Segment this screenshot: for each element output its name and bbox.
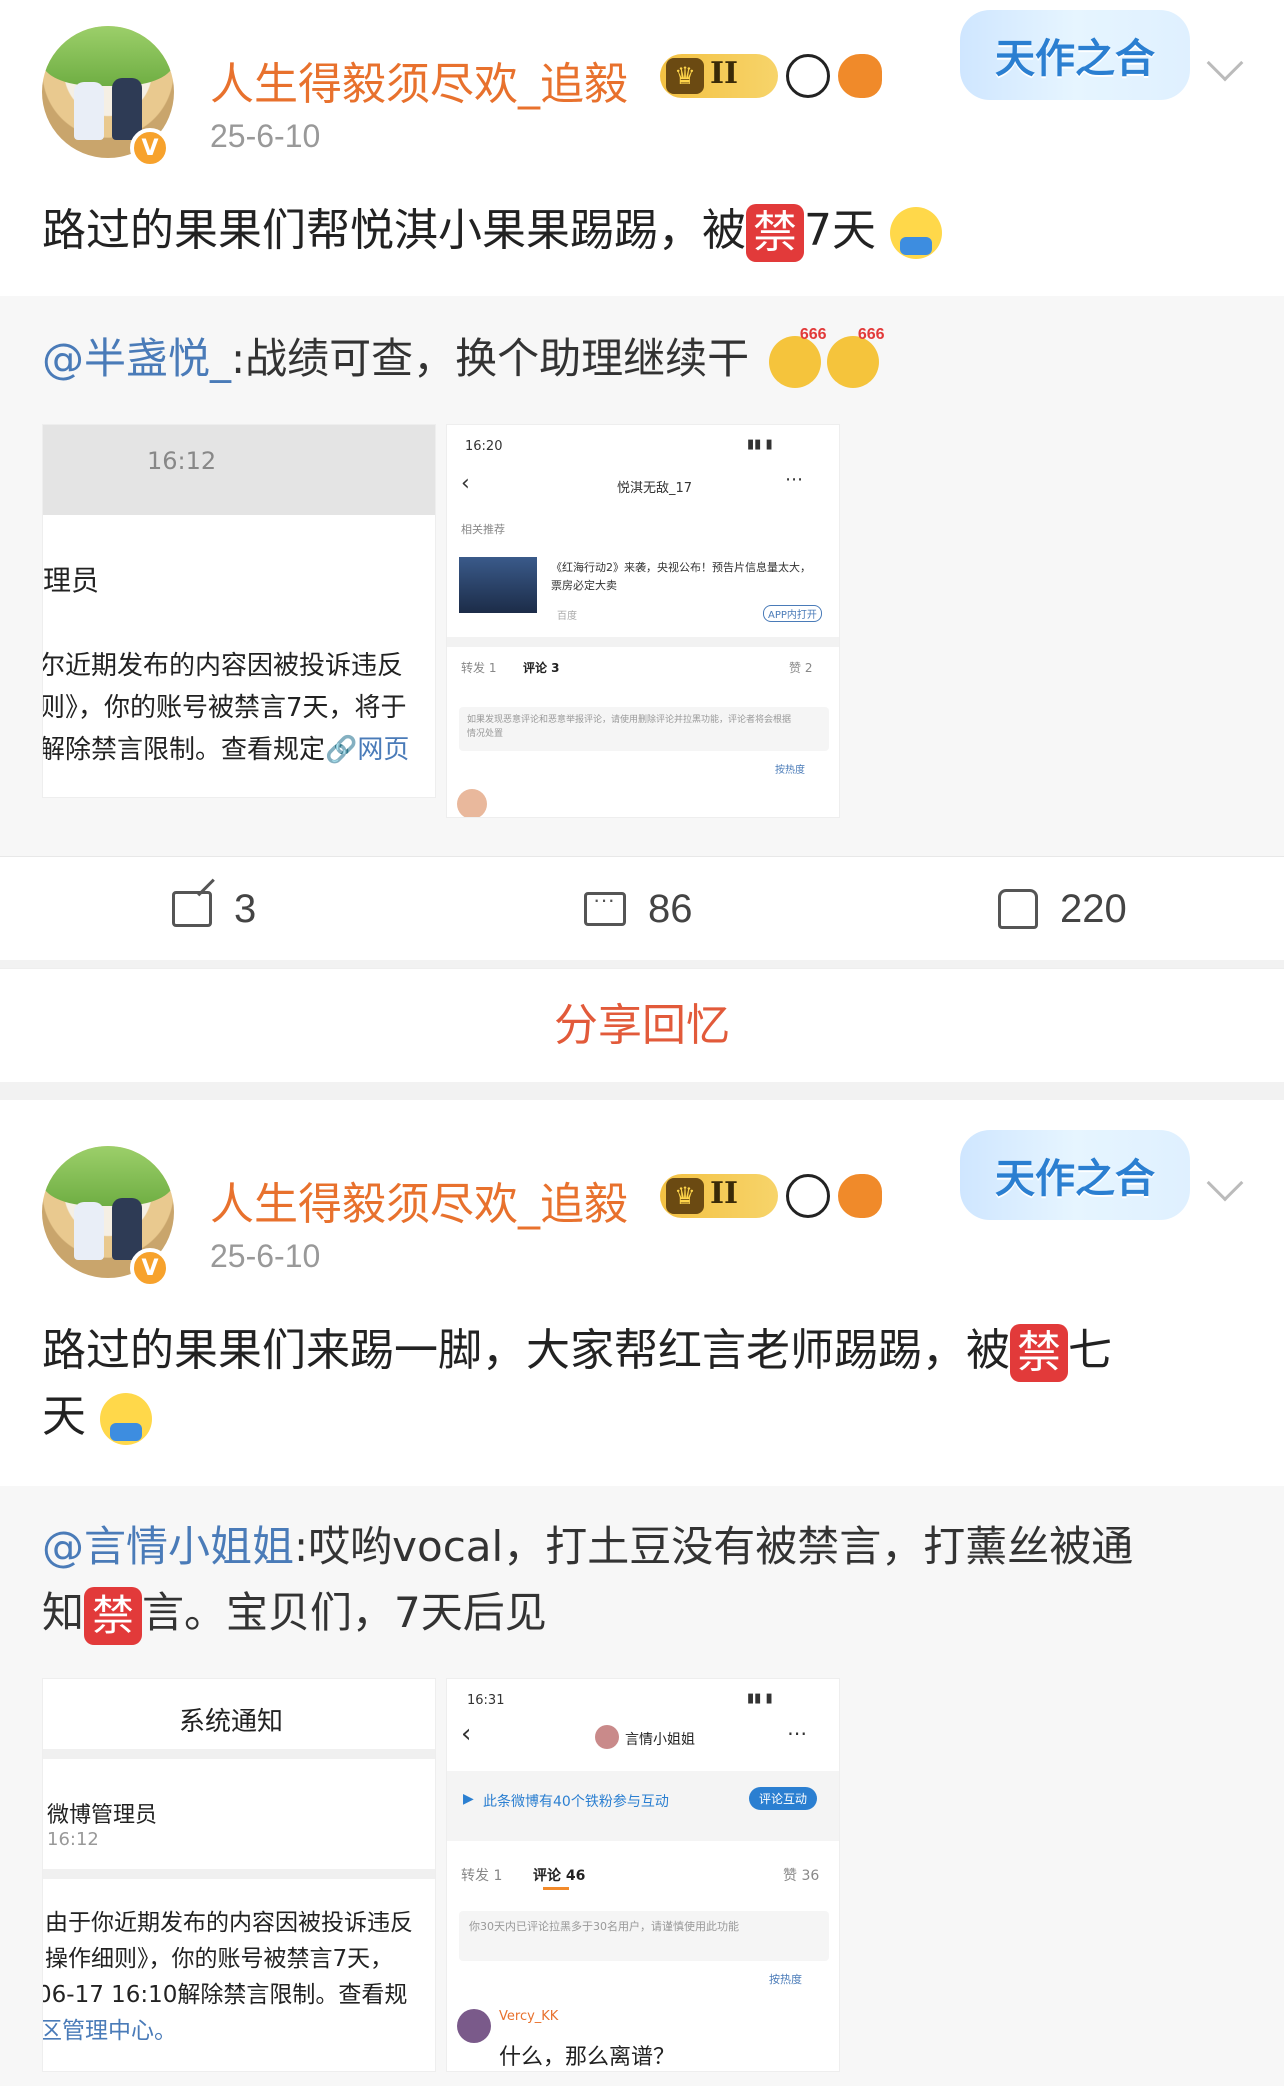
username[interactable]: 人生得毅须尽欢_追毅 <box>210 48 628 112</box>
back-icon: ‹ <box>461 471 470 496</box>
duck-emoji-icon <box>100 1393 152 1445</box>
verified-badge-icon: V <box>130 1248 170 1288</box>
retweet-text: @半盏悦_:战绩可查，换个助理继续干 <box>42 326 1252 392</box>
member-level-badge: ♛ II <box>660 1174 778 1218</box>
repost-button[interactable]: 3 <box>172 857 256 961</box>
retweet-image-1[interactable]: 16:12 理员 尔近期发布的内容因被投诉违反 则》，你的账号被禁言7天，将于 … <box>42 424 436 798</box>
verified-badge-icon: V <box>130 128 170 168</box>
commenter-avatar <box>457 2009 491 2043</box>
panda-icon <box>786 1174 830 1218</box>
retweet-image-4[interactable]: 16:31 ▮▮ ▮ ‹ 言情小姐姐 ⋯ ▶ 此条微博有40个铁粉参与互动 评论… <box>446 1678 840 2072</box>
commenter-avatar <box>457 789 487 817</box>
666-emoji-icon <box>826 326 885 388</box>
like-button[interactable]: 220 <box>998 857 1127 961</box>
fish-icon <box>838 54 882 98</box>
666-emoji-icon <box>768 326 827 388</box>
fans-icon: ▶ <box>463 1791 474 1807</box>
post-date: 25-6-10 <box>210 1238 321 1274</box>
crown-icon: ♛ <box>666 58 704 94</box>
news-thumbnail <box>459 557 537 613</box>
comment-button[interactable]: 86 <box>584 857 693 961</box>
ban-icon: 禁 <box>746 204 804 262</box>
duck-emoji-icon <box>890 207 942 259</box>
retweet-image-2[interactable]: 16:20 ▮▮ ▮ ‹ 悦淇无敌_17 ⋯ 相关推荐 《红海行动2》来袭，央视… <box>446 424 840 818</box>
repost-icon <box>172 891 212 927</box>
ban-icon: 禁 <box>1010 1324 1068 1382</box>
member-level-badge: ♛ II <box>660 54 778 98</box>
post-text: 路过的果果们帮悦淇小果果踢踢，被禁 7天 <box>42 198 1242 264</box>
topic-badge[interactable]: 天作之合 <box>960 10 1190 100</box>
panda-icon <box>786 54 830 98</box>
username[interactable]: 人生得毅须尽欢_追毅 <box>210 1168 628 1232</box>
action-bar: 3 86 220 <box>0 856 1284 960</box>
back-icon: ‹ <box>461 1719 472 1749</box>
crown-icon: ♛ <box>666 1178 704 1214</box>
post-date: 25-6-10 <box>210 118 321 154</box>
fish-icon <box>838 1174 882 1218</box>
share-memory-button[interactable]: 分享回忆 <box>0 968 1284 1082</box>
retweet-image-3[interactable]: 系统通知 微博管理员 16:12 由于你近期发布的内容因被投诉违反 操作细则》，… <box>42 1678 436 2072</box>
comment-icon <box>584 887 626 926</box>
link-icon: 🔗 <box>325 735 358 765</box>
ban-icon: 禁 <box>84 1586 143 1645</box>
mention-link[interactable]: @半盏悦_ <box>42 334 231 383</box>
thumbs-up-icon <box>998 889 1038 929</box>
mention-link[interactable]: @言情小姐姐 <box>42 1522 294 1571</box>
topic-badge[interactable]: 天作之合 <box>960 1130 1190 1220</box>
user-avatar-small <box>595 1725 619 1749</box>
retweet-text: @言情小姐姐:哎哟vocal，打土豆没有被禁言，打薰丝被通 知禁言。宝贝们，7天… <box>42 1514 1252 1646</box>
post-text: 路过的果果们来踢一脚，大家帮红言老师踢踢，被禁七 天 <box>42 1318 1242 1450</box>
